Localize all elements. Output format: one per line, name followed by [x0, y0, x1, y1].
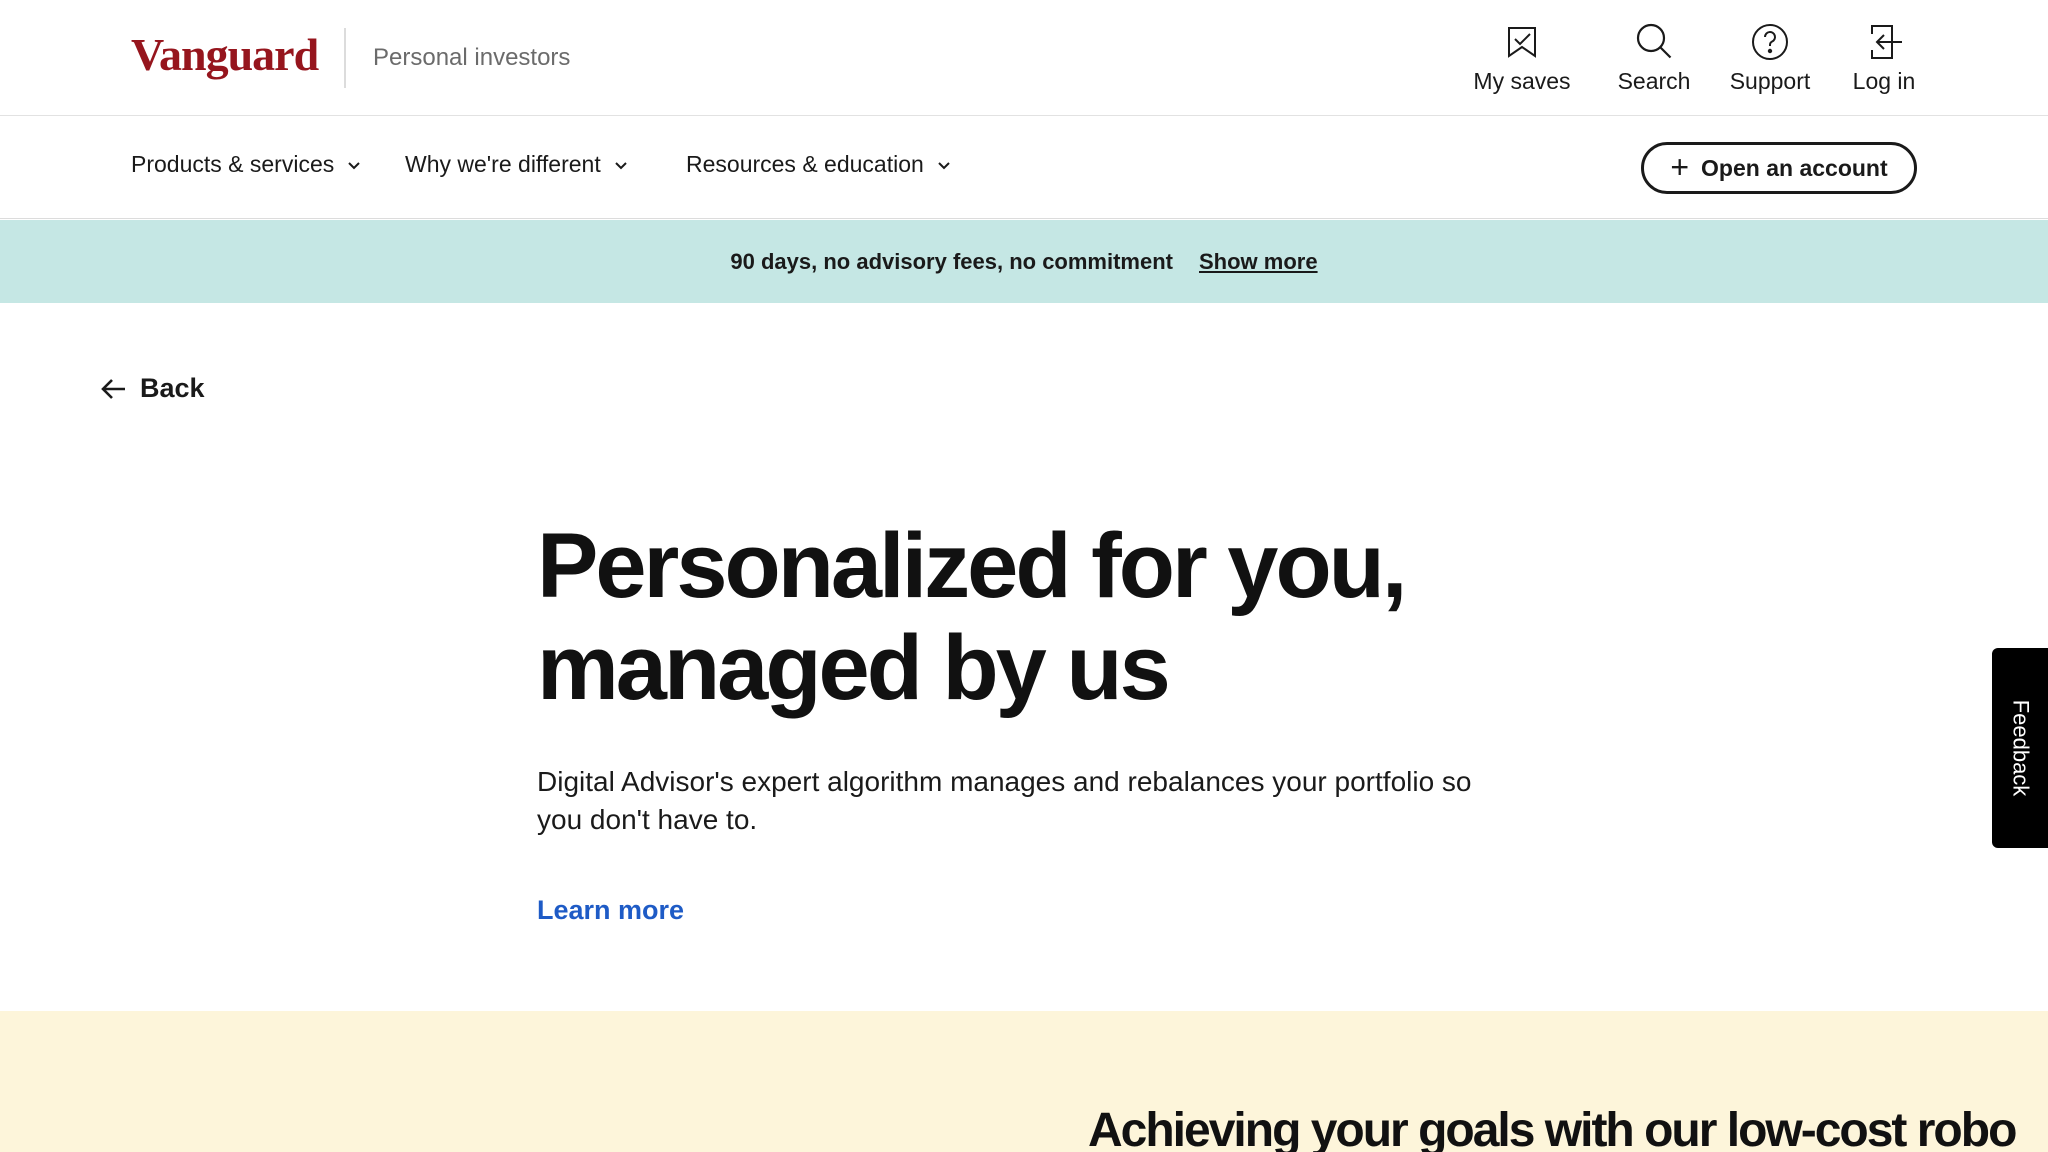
- nav-products-services[interactable]: Products & services: [131, 151, 362, 178]
- back-label: Back: [140, 373, 205, 403]
- chevron-down-icon: [348, 161, 360, 169]
- login-label: Log in: [1852, 68, 1916, 94]
- goals-section-title: Achieving your goals with our low-cost r…: [1088, 1104, 2017, 1152]
- chevron-down-icon: [615, 161, 627, 169]
- hero-title-line-1: Personalized for you,: [537, 515, 1407, 617]
- vanguard-logo[interactable]: Vanguard: [131, 28, 319, 81]
- learn-more-link[interactable]: Learn more: [537, 895, 684, 926]
- support-label: Support: [1729, 68, 1811, 94]
- nav-why-different[interactable]: Why we're different: [405, 151, 629, 178]
- show-more-link[interactable]: Show more: [1199, 249, 1318, 275]
- search-button[interactable]: Search: [1606, 20, 1702, 96]
- nav-label: Resources & education: [686, 151, 924, 177]
- promo-banner: 90 days, no advisory fees, no commitment…: [0, 220, 2048, 303]
- hero-title-line-2: managed by us: [537, 617, 1171, 719]
- main-nav: Products & services Why we're different …: [0, 117, 2048, 219]
- logo-divider: [344, 28, 346, 88]
- nav-label: Why we're different: [405, 151, 601, 177]
- goals-section: Achieving your goals with our low-cost r…: [0, 1011, 2048, 1152]
- login-icon: [1871, 25, 1902, 59]
- hero-title: Personalized for you, managed by us: [537, 515, 1437, 719]
- help-circle-icon: [1752, 24, 1788, 60]
- promo-text: 90 days, no advisory fees, no commitment: [730, 248, 1173, 274]
- chevron-down-icon: [938, 161, 950, 169]
- login-button[interactable]: Log in: [1848, 20, 1920, 96]
- search-label: Search: [1617, 68, 1691, 94]
- support-button[interactable]: Support: [1720, 20, 1820, 96]
- top-bar: Vanguard Personal investors My saves Sea…: [0, 0, 2048, 116]
- nav-resources-education[interactable]: Resources & education: [686, 151, 952, 178]
- hero-description: Digital Advisor's expert algorithm manag…: [537, 766, 1472, 835]
- feedback-tab[interactable]: Feedback: [1992, 648, 2048, 848]
- my-saves-button[interactable]: My saves: [1470, 20, 1574, 96]
- feedback-label: Feedback: [2008, 699, 2033, 797]
- my-saves-label: My saves: [1473, 68, 1571, 94]
- nav-label: Products & services: [131, 151, 335, 177]
- arrow-left-icon: [101, 378, 125, 399]
- open-account-label: Open an account: [1701, 154, 1888, 181]
- plus-icon: +: [1670, 148, 1690, 185]
- search-icon: [1636, 23, 1672, 59]
- open-account-button[interactable]: + Open an account: [1641, 142, 1917, 194]
- site-label: Personal investors: [373, 44, 571, 71]
- back-link[interactable]: Back: [100, 373, 205, 404]
- bookmark-check-icon: [1508, 27, 1536, 58]
